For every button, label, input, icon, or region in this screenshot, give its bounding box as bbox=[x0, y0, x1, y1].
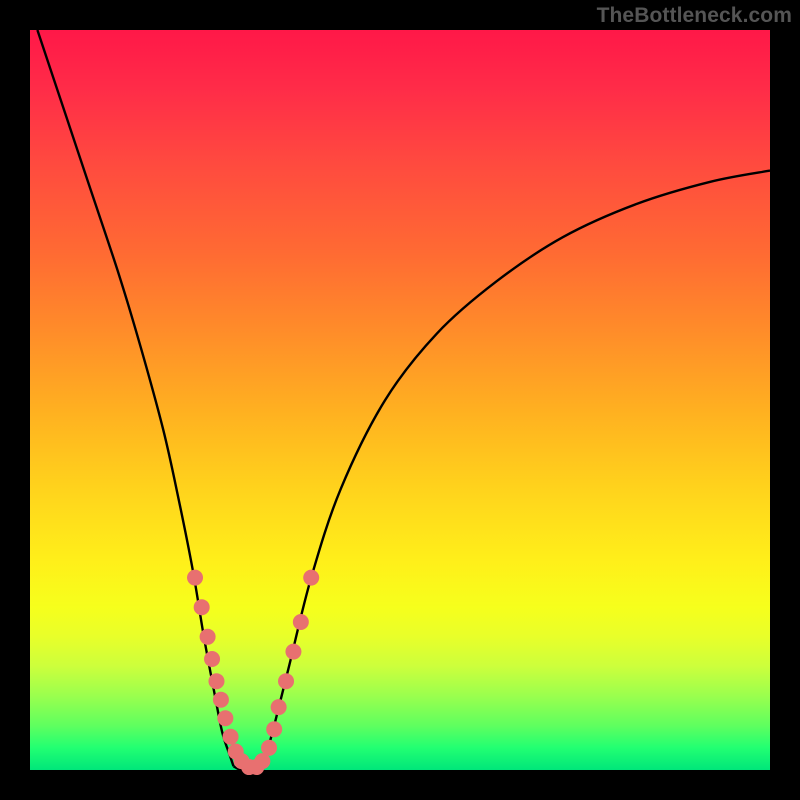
curve-left bbox=[37, 30, 233, 766]
marker-dot bbox=[200, 629, 216, 645]
marker-dot bbox=[261, 740, 277, 756]
plot-area bbox=[30, 30, 770, 770]
marker-dot bbox=[208, 673, 224, 689]
outer-frame: TheBottleneck.com bbox=[0, 0, 800, 800]
marker-dot bbox=[303, 570, 319, 586]
marker-dot bbox=[293, 614, 309, 630]
marker-dot bbox=[213, 692, 229, 708]
marker-dot bbox=[285, 644, 301, 660]
marker-dot bbox=[204, 651, 220, 667]
marker-dot bbox=[194, 599, 210, 615]
marker-dot bbox=[223, 729, 239, 745]
marker-dot bbox=[187, 570, 203, 586]
chart-svg bbox=[30, 30, 770, 770]
marker-dots bbox=[187, 570, 319, 775]
marker-dot bbox=[266, 721, 282, 737]
marker-dot bbox=[271, 699, 287, 715]
marker-dot bbox=[278, 673, 294, 689]
watermark-text: TheBottleneck.com bbox=[597, 4, 792, 28]
curve-group bbox=[37, 30, 770, 770]
curve-right bbox=[263, 171, 770, 767]
marker-dot bbox=[217, 710, 233, 726]
